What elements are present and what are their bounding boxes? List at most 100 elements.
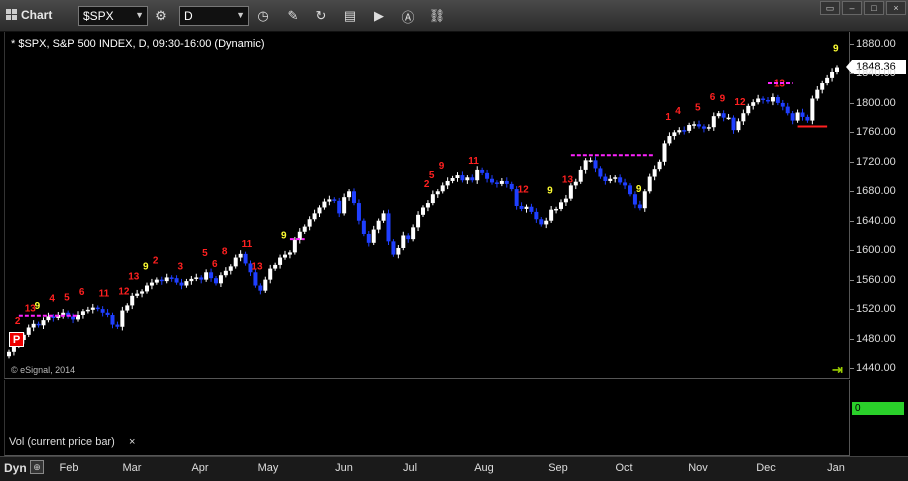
price-tick-label: 1560.00 [856,273,896,286]
minimize-icon[interactable]: – [842,1,862,15]
candle [105,309,110,318]
chevron-down-icon[interactable]: ▼ [135,10,144,20]
p-badge[interactable]: P [9,332,24,347]
play-icon[interactable]: ▶ [369,6,389,26]
watermark: © eSignal, 2014 [11,365,76,375]
date-axis[interactable]: Dyn ⊕ Feb Mar Apr May Jun Jul Aug Sep Oct Nov Dec J… [0,456,908,481]
candle [835,65,839,75]
candle [130,292,135,310]
setup-count-label: 9 [636,184,642,195]
candle [736,118,741,133]
maximize-icon[interactable]: □ [864,1,884,15]
candle [563,194,568,206]
price-chart: 21394 5 6 11 121392356811139259 1112139 914 56 9… [7,43,839,359]
candle [386,209,391,246]
refresh-icon[interactable]: ↻ [311,6,331,26]
app-title: Chart [6,8,52,22]
candle [263,276,268,293]
chevron-down-icon[interactable]: ▼ [236,10,245,20]
alert-icon[interactable]: Ⓐ [398,6,418,26]
volume-panel[interactable]: Vol (current price bar) × [4,380,850,456]
candle [578,166,583,184]
candle [662,140,667,166]
setup-count-label: 11 [99,289,110,300]
candle [95,305,100,312]
chart-grid-icon [6,9,17,20]
price-tick-mark [850,220,854,222]
candle [746,103,751,116]
candle [381,210,386,223]
close-study-button[interactable]: × [129,436,135,448]
candle [490,175,494,185]
restore-icon[interactable]: ▭ [820,1,840,15]
price-axis[interactable]: 1848.36 1440.00 1480.00 1520.00 1560.00 1600… [846,32,908,379]
candle [189,275,194,285]
candle [209,268,214,282]
setup-count-label: 9 [281,230,287,241]
interval-input[interactable]: D ▼ [179,6,249,26]
link-icon[interactable]: ⛓ [427,6,447,26]
candle [391,239,396,257]
zoom-icon[interactable]: ⊕ [30,460,44,474]
candle [815,85,820,101]
setup-count-label: 5 [64,292,70,303]
symbol-input-value: $SPX [83,9,114,23]
candle [800,108,805,121]
candle [337,197,342,218]
candle [356,199,361,225]
month-label: Aug [474,462,494,474]
candle [445,177,450,190]
candle [430,190,435,206]
candle [169,275,174,282]
month-label: Jan [827,462,845,474]
candle [322,198,327,210]
volume-study-label: Vol (current price bar) [9,436,115,448]
symbol-input[interactable]: $SPX ▼ [78,6,148,26]
candle [554,206,559,214]
candle [716,111,721,119]
candle [361,218,366,237]
candle [406,233,411,243]
setup-count-label: 6 [79,287,85,298]
candle [268,264,273,284]
candle [223,267,228,278]
candle [741,109,746,125]
candle [100,306,105,317]
candle [780,99,785,111]
symbol-settings-icon[interactable]: ⚙ [151,6,171,26]
price-tick-label: 1600.00 [856,244,896,257]
pencil-icon[interactable]: ✎ [283,6,303,26]
candle [672,130,677,140]
candle [751,99,756,110]
candle [297,228,302,244]
dyn-label[interactable]: Dyn [4,461,27,475]
candle [756,94,761,105]
candle [435,189,440,198]
setup-count-label: 9 [439,161,445,172]
candle [278,254,283,269]
candle [519,202,524,212]
candle [790,111,795,125]
candle [80,309,85,319]
candle [726,113,731,120]
price-tick-label: 1760.00 [856,126,896,139]
toolbox-icon[interactable]: ▤ [340,6,360,26]
volume-axis[interactable]: 0 [850,380,908,456]
candle [642,189,647,212]
close-icon[interactable]: × [886,1,906,15]
candle [7,349,11,359]
candle [421,205,425,218]
price-tick-label: 1880.00 [856,38,896,50]
candle [825,74,830,86]
month-label: Sep [548,462,568,474]
candle [371,225,376,246]
candle [647,173,652,194]
candle [159,276,164,285]
month-label: Nov [688,462,708,474]
candle [90,303,95,314]
price-chart-panel[interactable]: 2 13 9 4 5 6 11 12 13 9 2 3 5 6 8 11 13 9 2 5 9 11 12 13 9 9 1 4 5 6 9… [4,32,850,379]
scroll-right-arrow-icon[interactable]: ⇥ [832,362,843,378]
clock-icon[interactable]: ◷ [253,6,273,26]
candle [529,203,534,215]
candle [416,211,421,232]
